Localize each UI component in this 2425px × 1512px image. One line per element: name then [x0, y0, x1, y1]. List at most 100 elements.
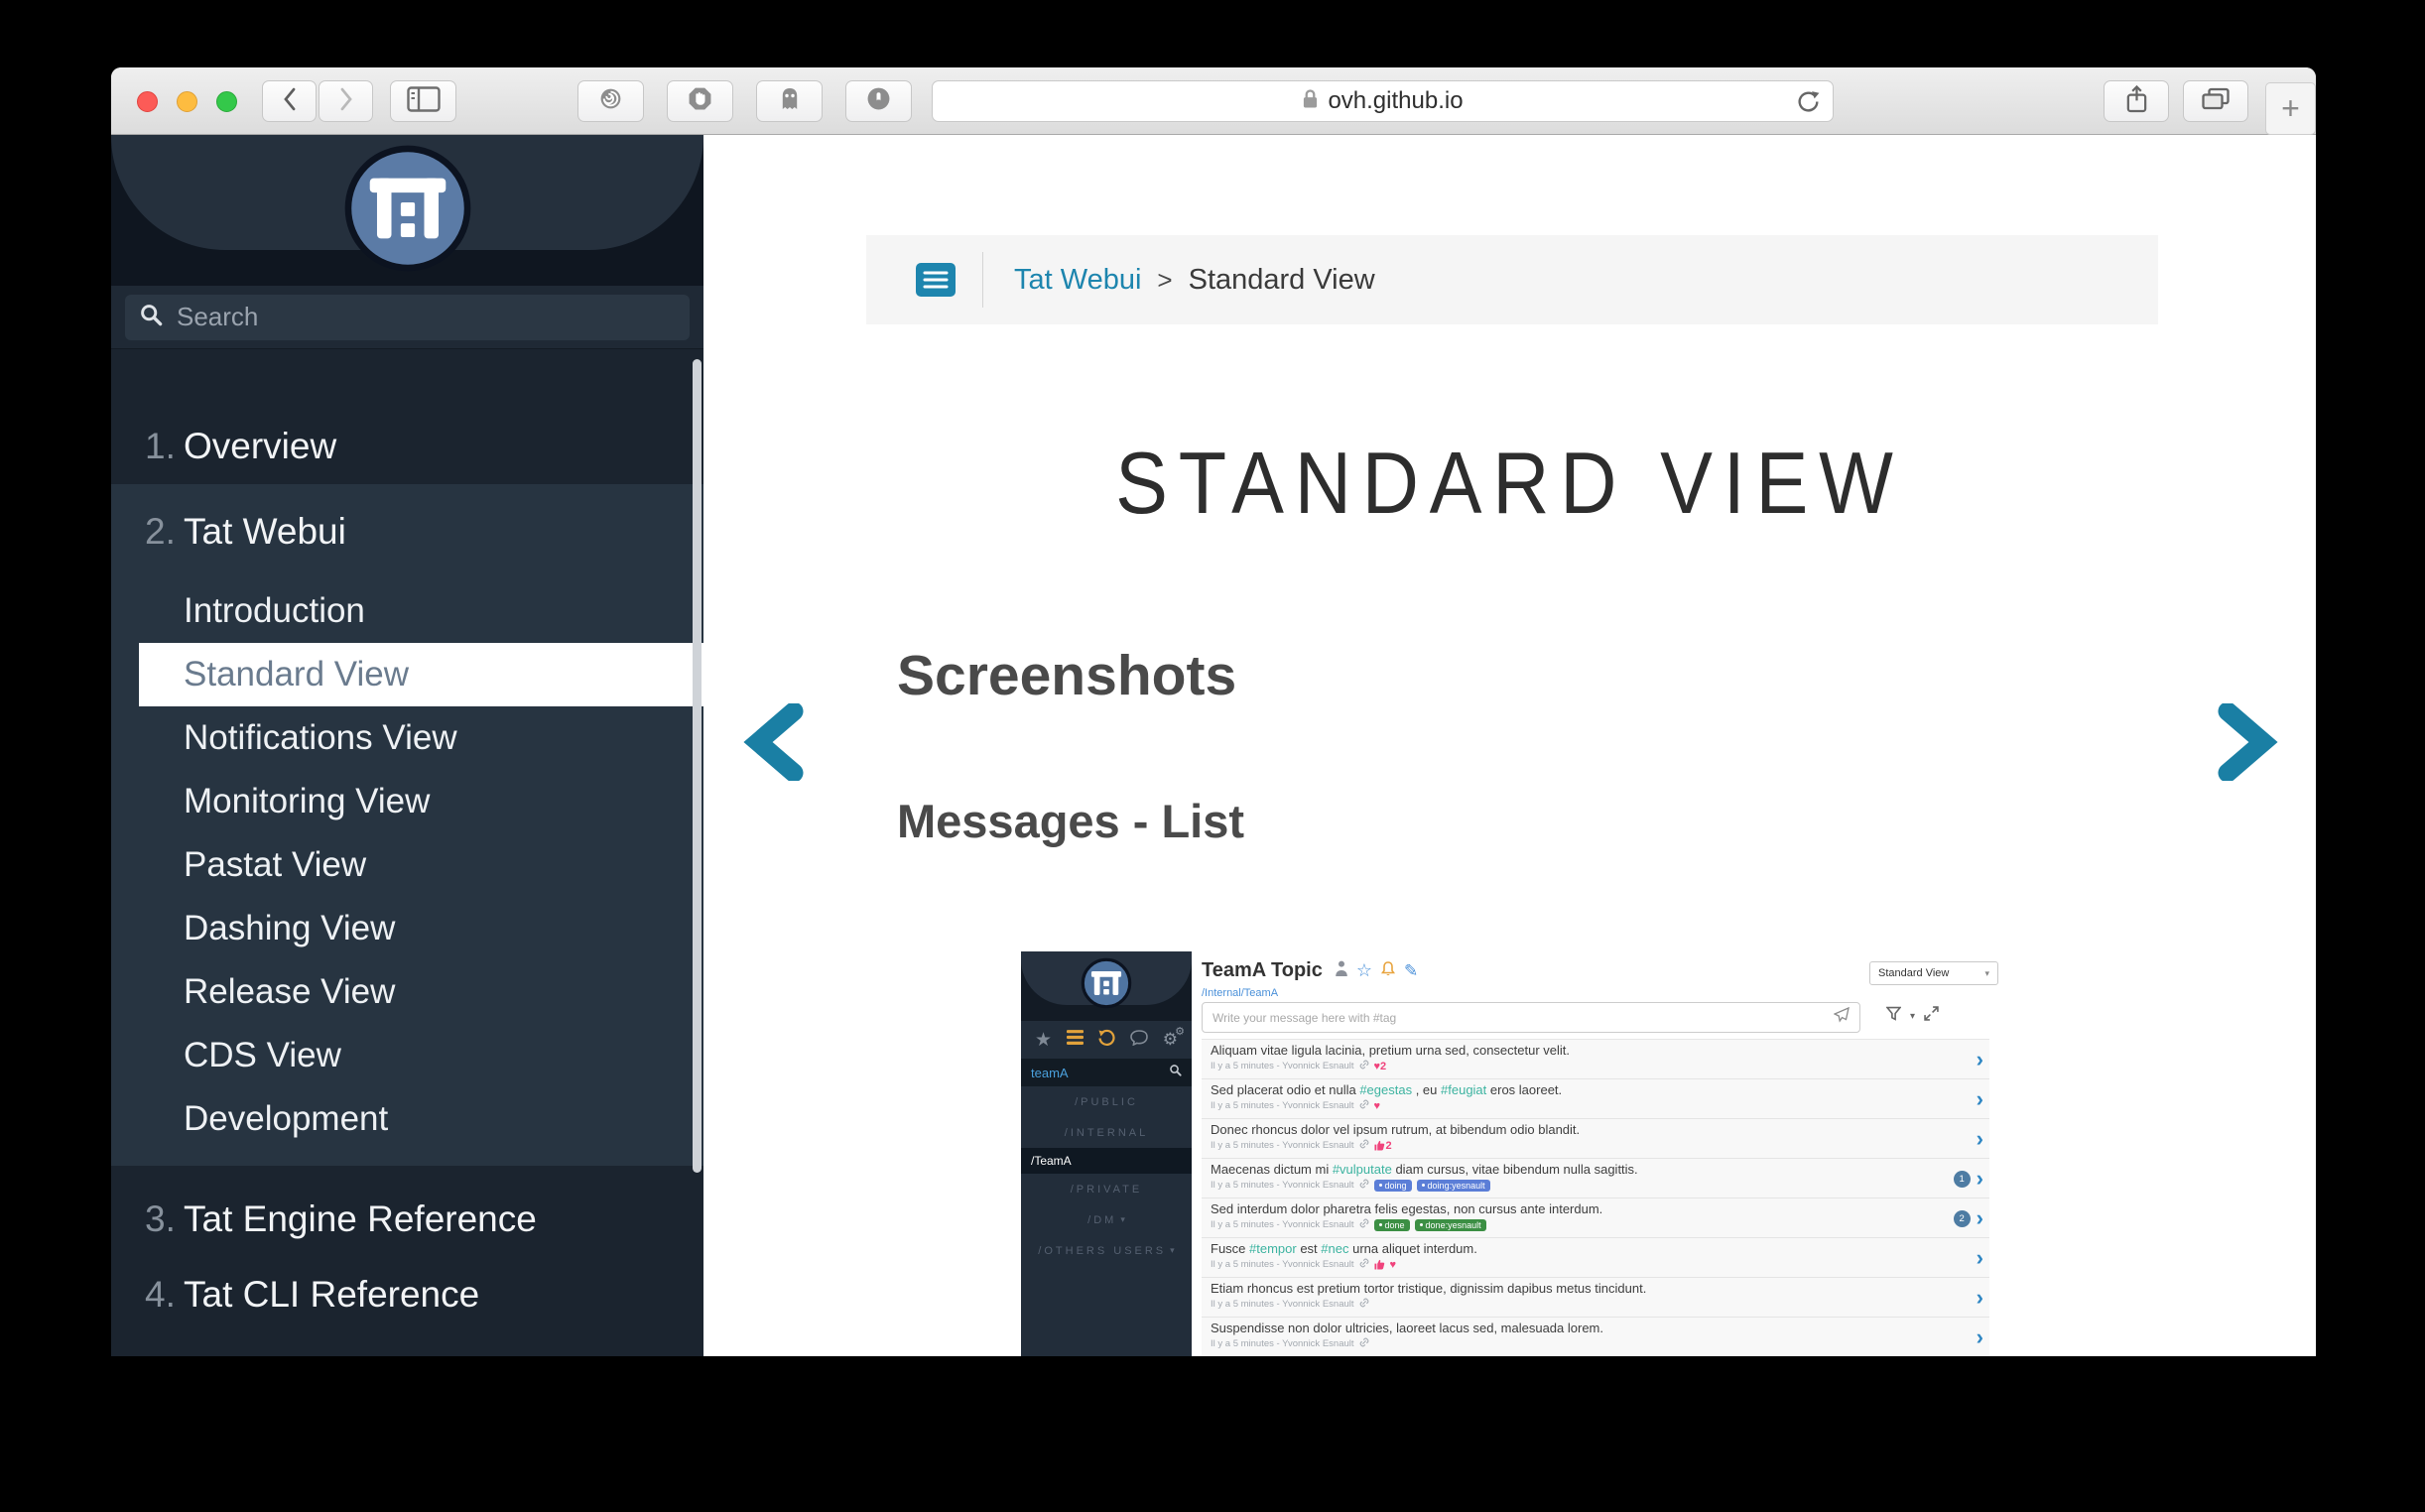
sidebar-item-overview[interactable]: 1.Overview	[111, 409, 703, 484]
tab-overview-button[interactable]	[2183, 80, 2248, 122]
zoom-window-button[interactable]	[216, 91, 237, 112]
reaction-heart-icon[interactable]: ♥	[1390, 1259, 1397, 1271]
label-chip[interactable]: doing	[1374, 1180, 1412, 1192]
link-icon[interactable]	[1359, 1337, 1369, 1350]
view-selector-dropdown[interactable]: Standard View ▾	[1869, 961, 1998, 985]
send-icon[interactable]	[1834, 1007, 1850, 1028]
message-row[interactable]: Maecenas dictum mi #vulputate diam cursu…	[1202, 1159, 1989, 1198]
sidebar-item-notifications-view[interactable]: Notifications View	[111, 706, 703, 770]
app-main: TeamA Topic ☆ ✎ /Internal/TeamA Standard…	[1192, 951, 1998, 1356]
share-button[interactable]	[2104, 80, 2169, 122]
sidebar-item-development[interactable]: Development	[111, 1087, 703, 1151]
extension-spiral-button[interactable]	[577, 80, 644, 122]
open-message-chevron-icon[interactable]: ›	[1977, 1088, 1983, 1110]
reaction-heart-icon[interactable]: ♥	[1374, 1100, 1381, 1112]
message-list-icon[interactable]	[1067, 1030, 1084, 1050]
reaction-thumb-icon[interactable]	[1374, 1259, 1385, 1270]
sidebar-item-dashing-view[interactable]: Dashing View	[111, 897, 703, 960]
filter-caret-icon[interactable]: ▾	[1910, 1011, 1915, 1022]
sidebar-item-cds-view[interactable]: CDS View	[111, 1024, 703, 1087]
sidebar-item-pastat-view[interactable]: Pastat View	[111, 833, 703, 897]
message-row[interactable]: Suspendisse non dolor ultricies, laoreet…	[1202, 1318, 1989, 1356]
open-message-chevron-icon[interactable]: ›	[1977, 1128, 1983, 1150]
link-icon[interactable]	[1359, 1099, 1369, 1112]
forward-button[interactable]	[319, 80, 373, 122]
topic-path[interactable]: /Internal/TeamA	[1202, 987, 1278, 999]
breadcrumb-section-link[interactable]: Tat Webui	[1014, 264, 1141, 297]
message-row[interactable]: Sed placerat odio et nulla #egestas , eu…	[1202, 1079, 1989, 1119]
edit-pencil-icon[interactable]: ✎	[1404, 961, 1418, 981]
channel-private[interactable]: /PRIVATE	[1021, 1174, 1192, 1204]
sidebar-item-introduction[interactable]: Introduction	[111, 579, 703, 643]
link-icon[interactable]	[1359, 1179, 1369, 1192]
extension-adblock-button[interactable]	[667, 80, 733, 122]
favorite-topic-star-icon[interactable]: ☆	[1356, 960, 1372, 981]
channel-internal[interactable]: /INTERNAL	[1021, 1117, 1192, 1148]
open-message-chevron-icon[interactable]: ›	[1977, 1247, 1983, 1269]
channel-dm[interactable]: /DM▾	[1021, 1204, 1192, 1235]
channel-public[interactable]: /PUBLIC	[1021, 1086, 1192, 1117]
open-message-chevron-icon[interactable]: ›	[1977, 1326, 1983, 1348]
reaction-thumb-icon[interactable]: 2	[1374, 1140, 1392, 1152]
new-tab-button[interactable]: +	[2265, 82, 2316, 135]
history-icon[interactable]	[1097, 1029, 1115, 1052]
previous-page-arrow[interactable]	[742, 703, 806, 781]
search-input[interactable]	[175, 301, 676, 333]
message-row[interactable]: Aliquam vitae ligula lacinia, pretium ur…	[1202, 1040, 1989, 1079]
message-row[interactable]: Donec rhoncus dolor vel ipsum rutrum, at…	[1202, 1119, 1989, 1159]
filter-funnel-icon[interactable]	[1886, 1006, 1901, 1026]
expand-icon[interactable]	[1924, 1006, 1939, 1026]
message-row[interactable]: Fusce #tempor est #nec urna aliquet inte…	[1202, 1238, 1989, 1278]
message-meta: Il y a 5 minutes - Yvonnick Esnault2	[1211, 1139, 1930, 1152]
label-chip[interactable]: done	[1374, 1219, 1410, 1231]
close-window-button[interactable]	[137, 91, 158, 112]
sidebar-item-tat-engine-reference[interactable]: 3.Tat Engine Reference	[111, 1182, 703, 1257]
link-icon[interactable]	[1359, 1060, 1369, 1072]
refresh-button[interactable]	[1795, 88, 1822, 120]
sidebar-item-tat-webui[interactable]: 2.Tat Webui	[111, 484, 703, 579]
channel-others-users[interactable]: /OTHERS USERS▾	[1021, 1235, 1192, 1266]
extension-1password-button[interactable]	[845, 80, 912, 122]
hashtag[interactable]: #feugiat	[1441, 1082, 1486, 1097]
hashtag[interactable]: #tempor	[1249, 1241, 1297, 1256]
open-message-chevron-icon[interactable]: ›	[1977, 1207, 1983, 1229]
person-icon[interactable]	[1335, 960, 1348, 981]
settings-gears-icon[interactable]: ⚙⚙	[1163, 1030, 1178, 1050]
sidebar-item-monitoring-view[interactable]: Monitoring View	[111, 770, 703, 833]
extension-ghostery-button[interactable]	[756, 80, 823, 122]
open-message-chevron-icon[interactable]: ›	[1977, 1049, 1983, 1071]
hashtag[interactable]: #egestas	[1359, 1082, 1412, 1097]
back-button[interactable]	[262, 80, 317, 122]
app-search-bar[interactable]: teamA	[1021, 1059, 1192, 1086]
label-chip[interactable]: doing:yesnault	[1417, 1180, 1490, 1192]
message-row[interactable]: Etiam rhoncus est pretium tortor tristiq…	[1202, 1278, 1989, 1318]
open-message-chevron-icon[interactable]: ›	[1977, 1168, 1983, 1190]
address-bar[interactable]: ovh.github.io	[932, 80, 1834, 122]
next-page-arrow[interactable]	[2216, 703, 2279, 781]
link-icon[interactable]	[1359, 1139, 1369, 1152]
message-composer[interactable]: Write your message here with #tag	[1202, 1002, 1860, 1033]
message-author-timestamp: Il y a 5 minutes - Yvonnick Esnault	[1211, 1100, 1354, 1111]
channel-teama[interactable]: /TeamA	[1021, 1148, 1192, 1174]
link-icon[interactable]	[1359, 1218, 1369, 1231]
link-icon[interactable]	[1359, 1298, 1369, 1311]
hashtag[interactable]: #vulputate	[1333, 1162, 1392, 1177]
notifications-bell-icon[interactable]	[1380, 960, 1396, 982]
favorites-star-icon[interactable]: ★	[1035, 1029, 1052, 1052]
sidebar-item-tat-cli-reference[interactable]: 4.Tat CLI Reference	[111, 1257, 703, 1332]
hashtag[interactable]: #nec	[1321, 1241, 1348, 1256]
chat-bubble-icon[interactable]	[1130, 1030, 1148, 1051]
sidebar-item-standard-view[interactable]: Standard View	[139, 643, 703, 706]
minimize-window-button[interactable]	[177, 91, 197, 112]
reaction-heart-icon[interactable]: ♥2	[1374, 1061, 1387, 1072]
link-icon[interactable]	[1359, 1258, 1369, 1271]
message-row[interactable]: Sed interdum dolor pharetra felis egesta…	[1202, 1198, 1989, 1238]
search-field[interactable]	[125, 295, 690, 340]
label-chip[interactable]: done:yesnault	[1415, 1219, 1486, 1231]
sidebar-item-release-view[interactable]: Release View	[111, 960, 703, 1024]
sidebar-toggle-button[interactable]	[390, 80, 456, 122]
sidebar-scrollbar[interactable]	[693, 359, 702, 1173]
toc-list-icon[interactable]	[916, 263, 956, 297]
open-message-chevron-icon[interactable]: ›	[1977, 1287, 1983, 1309]
doc-sidebar: 1.Overview2.Tat WebuiIntroductionStandar…	[111, 135, 703, 1356]
